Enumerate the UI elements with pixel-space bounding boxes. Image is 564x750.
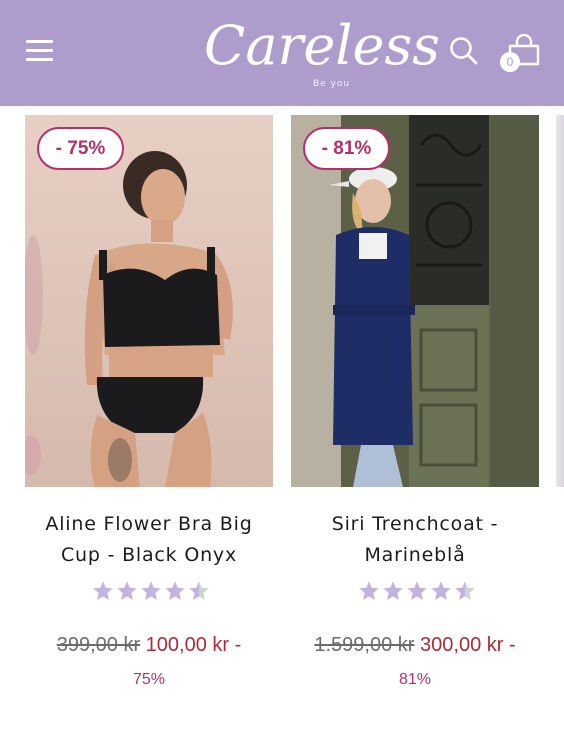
star-icon [141,581,161,600]
product-card[interactable]: - 75% Aline Flower Bra Big Cup - Black O… [25,115,273,688]
half-star-icon [455,581,475,600]
half-star-icon [189,581,209,600]
star-icon [359,581,379,600]
discount-percent: 81% [398,671,432,688]
price-separator: - [503,634,516,656]
discount-percent: 75% [132,671,166,688]
shopping-bag-icon[interactable]: 0 [500,34,544,74]
next-product-image-edge[interactable] [556,115,564,487]
star-icon [431,581,451,600]
price-line: 399,00 kr 100,00 kr - [0,634,299,657]
site-header: Careless Be you 0 [0,0,564,106]
original-price: 399,00 kr [56,634,141,656]
product-title-line: Siri Trenchcoat - [331,513,499,535]
star-icon [165,581,185,600]
product-title-line: Marineblå [364,544,466,566]
product-image[interactable]: - 75% [25,115,273,487]
product-title[interactable]: Aline Flower Bra Big Cup - Black Onyx [4,509,294,571]
sale-price: 100,00 kr [145,634,230,656]
logo-tagline: Be you [313,79,351,89]
hamburger-menu-icon[interactable] [26,38,56,64]
product-title[interactable]: Siri Trenchcoat - Marineblå [270,509,560,571]
original-price: 1.599,00 kr [314,634,415,656]
star-icon [117,581,137,600]
star-icon [407,581,427,600]
discount-badge: - 75% [37,127,124,170]
product-card[interactable]: - 81% Siri Trenchcoat - Marineblå 1.599,… [291,115,539,688]
product-title-line: Aline Flower Bra Big [45,513,253,535]
price-line: 1.599,00 kr 300,00 kr - [265,634,564,657]
price-separator: - [229,634,242,656]
discount-badge: - 81% [303,127,390,170]
product-image[interactable]: - 81% [291,115,539,487]
menu-bar [26,58,53,61]
menu-bar [26,40,53,43]
rating-stars [92,580,210,602]
menu-bar [26,49,53,52]
search-icon[interactable] [449,36,479,66]
cart-count-badge: 0 [500,52,520,72]
rating-stars [358,580,476,602]
star-icon [383,581,403,600]
sale-price: 300,00 kr [420,634,504,656]
site-logo[interactable]: Careless Be you [196,8,440,98]
logo-text: Careless [204,14,440,77]
product-title-line: Cup - Black Onyx [60,544,238,566]
star-icon [93,581,113,600]
